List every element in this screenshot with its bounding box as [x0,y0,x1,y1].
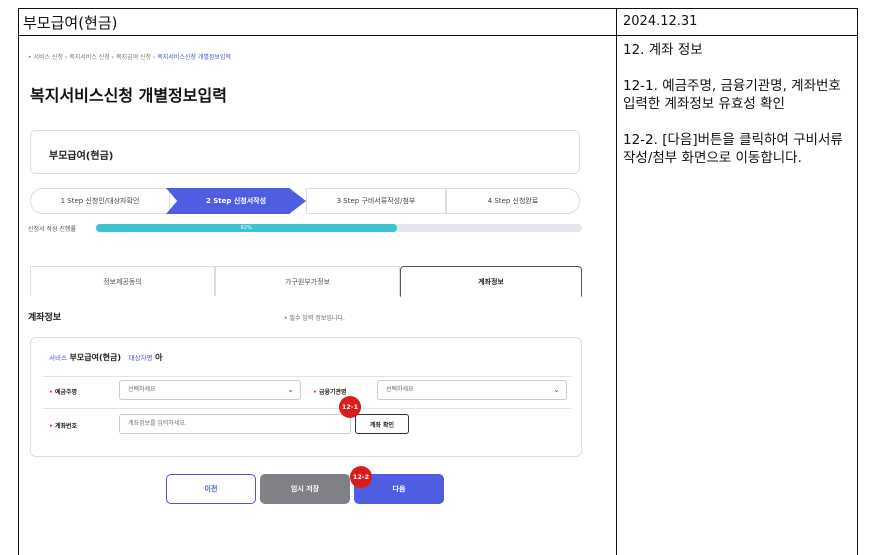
bank-value: 선택하세요 [386,386,414,393]
bank-select[interactable]: 선택하세요 ⌄ [377,380,567,400]
tab-bar: 정보제공동의 가구원부가정보 계좌정보 [30,266,582,297]
account-holder-select[interactable]: 선택하세요 ⌄ [119,380,301,400]
service-info-card: 부모급여(현금) [30,130,580,174]
account-holder-label: • 예금주명 [49,387,77,396]
chevron-down-icon: ⌄ [553,385,560,394]
breadcrumb-current: 복지서비스신청 개별정보입력 [157,54,231,61]
description-notes: 12. 계좌 정보 12-1. 예금주명, 금융기관명, 계좌번호 입력한 계좌… [623,41,853,185]
breadcrumb: • 서비스 신청 › 복지서비스 신청 › 복지급여 신청 › 복지서비스신청 … [28,52,231,61]
row-divider [43,408,571,409]
account-holder-label-text: 예금주명 [54,389,78,396]
callout-marker: 12-2 [350,466,372,488]
column-divider [616,9,617,555]
account-number-input[interactable] [119,414,351,434]
progress-bar: 62% [96,224,582,232]
page-title: 복지서비스신청 개별정보입력 [30,86,227,105]
callout-marker: 12-1 [339,396,361,418]
header-divider [19,35,857,36]
chevron-down-icon: ⌄ [287,385,294,394]
account-number-label-text: 계좌번호 [54,423,78,430]
service-name: 부모급여(현금) [49,151,114,162]
target-key: 대상자명 [128,354,153,362]
note-12-2: 12-2. [다음]버튼을 클릭하여 구비서류작성/첨부 화면으로 이동합니다. [623,132,843,166]
step-indicator: 1 Step 신청인/대상자확인 3 Step 구비서류작성/첨부 4 Step… [30,188,580,214]
step-3: 3 Step 구비서류작성/첨부 [306,188,446,214]
doc-title: 부모급여(현금) [23,14,118,32]
service-summary: 서비스 부모급여(현금) 대상자명 아 [49,352,162,363]
breadcrumb-item[interactable]: 복지서비스 신청 [69,54,110,61]
verify-account-button[interactable]: 계좌 확인 [355,414,409,434]
breadcrumb-item[interactable]: 서비스 신청 [33,54,63,61]
breadcrumb-item[interactable]: 복지급여 신청 [116,54,151,61]
progress-value: 62% [240,225,252,231]
bank-label: • 금융기관명 [313,387,347,396]
note-12-1: 12-1. 예금주명, 금융기관명, 계좌번호 입력한 계좌정보 유효성 확인 [623,78,841,112]
note-heading: 12. 계좌 정보 [623,42,703,58]
required-note-text: 필수 입력 정보입니다. [289,315,345,322]
doc-date: 2024.12.31 [623,14,698,29]
step-2-active: 2 Step 신청서작성 [166,188,306,214]
account-form-card: 서비스 부모급여(현금) 대상자명 아 • 예금주명 선택하세요 ⌄ • 금융기… [30,337,582,457]
step-4: 4 Step 신청완료 [446,188,580,214]
section-title: 계좌정보 [28,313,62,323]
required-note: • 필수 입력 정보입니다. [284,313,345,322]
account-number-label: • 계좌번호 [49,421,77,430]
step-1: 1 Step 신청인/대상자확인 [30,188,170,214]
temp-save-button[interactable]: 임시 저장 [260,474,350,504]
prev-button[interactable]: 이전 [166,474,256,504]
tab-consent[interactable]: 정보제공동의 [30,266,215,296]
tab-household[interactable]: 가구원부가정보 [215,266,400,296]
row-divider [43,376,571,377]
account-holder-value: 선택하세요 [128,386,156,393]
bullet-icon: • [28,54,32,61]
bank-label-text: 금융기관명 [318,389,347,396]
tab-account-active[interactable]: 계좌정보 [400,266,582,297]
service-value: 부모급여(현금) [69,353,121,362]
service-key: 서비스 [49,354,67,362]
progress-label: 신청서 작성 진행률 [28,226,76,233]
target-value: 아 [155,353,163,362]
